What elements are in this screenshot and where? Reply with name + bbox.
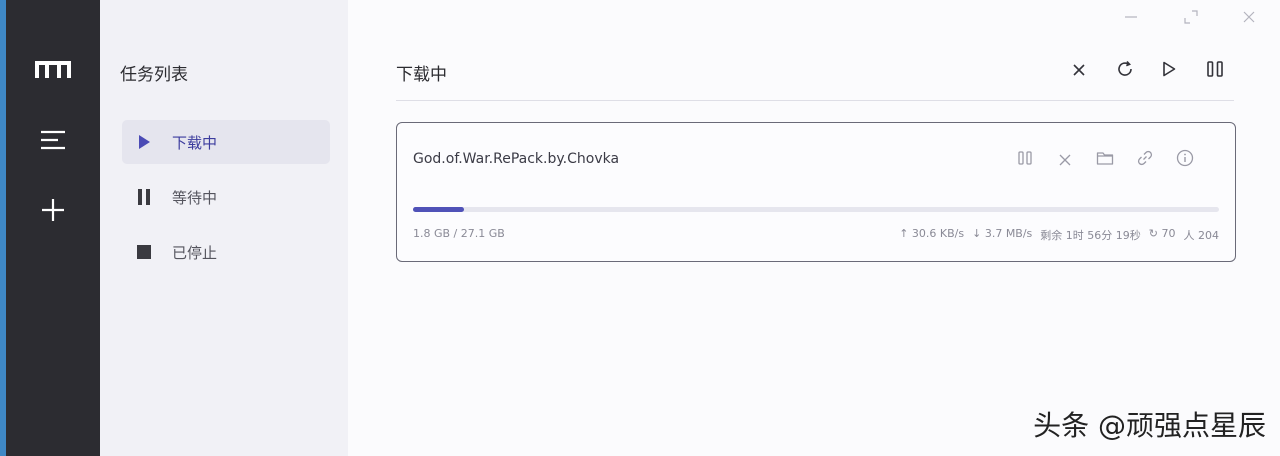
- start-all-button[interactable]: [1156, 58, 1182, 84]
- task-info-button[interactable]: [1173, 149, 1197, 171]
- stop-icon: [136, 243, 152, 261]
- plus-icon[interactable]: [6, 190, 100, 230]
- task-list-sidebar: 任务列表 下载中 等待中 已停止: [100, 0, 348, 456]
- task-delete-button[interactable]: [1053, 149, 1077, 171]
- task-stats: ↑ 30.6 KB/s ↓ 3.7 MB/s 剩余 1时 56分 19秒 ↻ 7…: [899, 227, 1219, 243]
- icon-rail: [6, 0, 100, 456]
- menu-icon[interactable]: [6, 120, 100, 160]
- folder-icon: [1096, 150, 1114, 170]
- task-size: 1.8 GB / 27.1 GB: [413, 227, 505, 240]
- main-panel: 下载中 God.of.War.RePack.by.Chovka 1.8 GB /…: [348, 0, 1280, 456]
- progress-bar: [413, 207, 1219, 212]
- close-icon: [1059, 151, 1071, 170]
- connection-count: ↻ 70: [1148, 227, 1176, 240]
- task-pause-button[interactable]: [1013, 149, 1037, 171]
- pause-icon: [1017, 150, 1033, 170]
- sidebar-item-label: 下载中: [172, 133, 218, 152]
- sidebar-item-waiting[interactable]: 等待中: [122, 175, 330, 219]
- header-divider: [396, 100, 1234, 101]
- play-icon: [136, 133, 152, 151]
- maximize-icon[interactable]: [1178, 6, 1204, 28]
- download-speed: ↓ 3.7 MB/s: [972, 227, 1033, 240]
- link-icon: [1137, 150, 1153, 170]
- sidebar-title: 任务列表: [120, 65, 188, 85]
- info-icon: [1176, 149, 1194, 171]
- task-name: God.of.War.RePack.by.Chovka: [413, 151, 620, 167]
- pause-all-button[interactable]: [1202, 58, 1228, 84]
- peer-count: 人 204: [1183, 229, 1220, 242]
- page-title: 下载中: [396, 65, 447, 85]
- delete-all-button[interactable]: [1066, 58, 1092, 84]
- sidebar-item-stopped[interactable]: 已停止: [122, 230, 330, 274]
- pause-icon: [136, 188, 152, 206]
- refresh-button[interactable]: [1112, 58, 1138, 84]
- task-copy-link-button[interactable]: [1133, 149, 1157, 171]
- remaining-time: 剩余 1时 56分 19秒: [1040, 229, 1141, 242]
- logo-m-icon[interactable]: [6, 50, 100, 90]
- refresh-icon: [1116, 60, 1134, 82]
- sidebar-item-label: 已停止: [172, 243, 218, 262]
- minimize-icon[interactable]: [1118, 6, 1144, 28]
- close-icon: [1072, 62, 1086, 81]
- pause-icon: [1206, 60, 1224, 82]
- close-icon[interactable]: [1236, 6, 1262, 28]
- sidebar-item-label: 等待中: [172, 188, 218, 207]
- watermark: 头条 @顽强点星辰: [1033, 409, 1266, 442]
- sidebar-item-downloading[interactable]: 下载中: [122, 120, 330, 164]
- play-icon: [1162, 61, 1176, 81]
- upload-speed: ↑ 30.6 KB/s: [899, 227, 965, 240]
- progress-fill: [413, 207, 464, 212]
- task-card[interactable]: God.of.War.RePack.by.Chovka 1.8 GB / 27.…: [396, 122, 1236, 262]
- task-open-folder-button[interactable]: [1093, 149, 1117, 171]
